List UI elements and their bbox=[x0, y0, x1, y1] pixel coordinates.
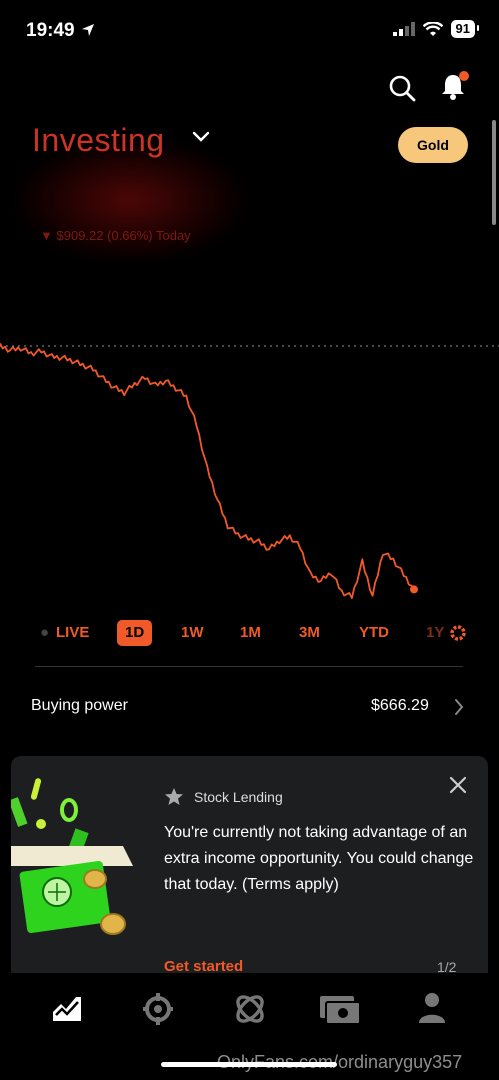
wifi-icon bbox=[422, 21, 443, 36]
location-arrow-icon bbox=[81, 24, 94, 36]
price-line bbox=[0, 342, 415, 600]
tab-live[interactable]: LIVE bbox=[56, 620, 89, 646]
notification-dot bbox=[459, 71, 469, 81]
tab-1m[interactable]: 1M bbox=[240, 620, 261, 646]
close-icon[interactable] bbox=[449, 776, 467, 794]
live-dot-icon: ● bbox=[40, 624, 50, 641]
money-illustration bbox=[11, 778, 133, 935]
star-icon bbox=[165, 788, 183, 805]
cash-tab-icon[interactable] bbox=[319, 995, 361, 1025]
page-title[interactable]: Investing bbox=[32, 122, 165, 159]
buying-power-value[interactable]: $666.29 bbox=[371, 697, 429, 715]
status-time: 19:49 bbox=[26, 20, 96, 42]
chart-settings-gear-icon[interactable] bbox=[448, 623, 468, 643]
status-time-text: 19:49 bbox=[26, 20, 75, 41]
tab-1y[interactable]: 1Y bbox=[426, 620, 444, 646]
scrollbar[interactable] bbox=[492, 120, 496, 225]
tab-1w[interactable]: 1W bbox=[181, 620, 204, 646]
current-price-dot bbox=[410, 585, 418, 594]
card-body: You're currently not taking advantage of… bbox=[164, 824, 474, 893]
investing-tab-icon[interactable] bbox=[52, 993, 82, 1023]
signal-icon bbox=[392, 22, 415, 36]
tab-1d[interactable]: 1D bbox=[117, 620, 153, 646]
tab-3m[interactable]: 3M bbox=[299, 620, 320, 646]
timeframe-selector: ● LIVE 1D 1W 1M 3M YTD 1Y bbox=[0, 620, 499, 646]
tab-ytd[interactable]: YTD bbox=[359, 620, 389, 646]
battery-indicator: 91 bbox=[450, 20, 480, 38]
daily-change: ▼ $909.22 (0.66%) Today bbox=[40, 228, 191, 243]
chevron-down-icon[interactable] bbox=[192, 130, 210, 144]
watermark: OnlyFans.com/ordinaryguy357 bbox=[217, 1052, 463, 1072]
divider bbox=[35, 666, 463, 667]
notifications-bell-icon[interactable] bbox=[438, 70, 470, 102]
gold-button[interactable]: Gold bbox=[398, 127, 468, 163]
card-title: Stock Lending bbox=[194, 789, 283, 805]
daily-change-text: $909.22 (0.66%) Today bbox=[56, 228, 191, 243]
search-icon[interactable] bbox=[388, 74, 416, 102]
crypto-tab-icon[interactable] bbox=[143, 993, 173, 1025]
portfolio-chart[interactable] bbox=[0, 330, 499, 610]
status-indicators: 91 bbox=[392, 20, 480, 38]
network-tab-icon[interactable] bbox=[233, 993, 267, 1025]
buying-power-label[interactable]: Buying power bbox=[31, 697, 128, 715]
chevron-right-icon[interactable] bbox=[453, 698, 465, 716]
account-tab-icon[interactable] bbox=[418, 992, 446, 1024]
